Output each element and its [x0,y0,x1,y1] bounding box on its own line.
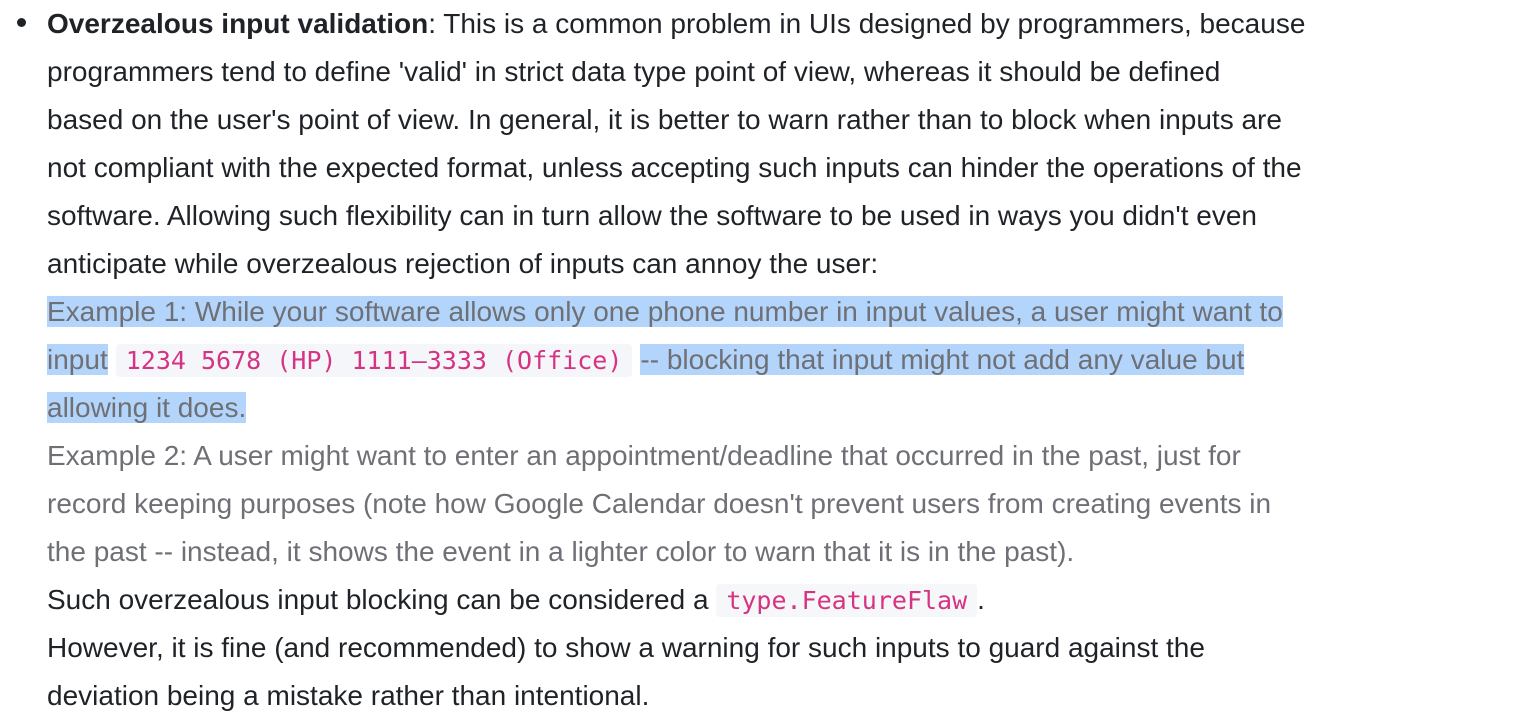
conclusion-end: . [977,584,985,615]
note-line: However, it is fine (and recommended) to… [47,632,1205,663]
example-1-line-2: input 1234 5678 (HP) 1111–3333 (Office) --… [47,336,1537,384]
text-line: Overzealous input validation: This is a … [47,0,1537,48]
example-1-line-3: allowing it does. [47,384,1537,432]
list-bullet [17,18,26,27]
text-line: software. Allowing such flexibility can … [47,200,1257,231]
selected-text: -- blocking that input might not add any… [640,344,1245,375]
example-2-line: record keeping purposes (note how Google… [47,488,1272,519]
text-line: programmers tend to define 'valid' in st… [47,56,1221,87]
phone-example-code: 1234 5678 (HP) 1111–3333 (Office) [115,344,633,377]
note-line: deviation being a mistake rather than in… [47,680,650,711]
text-line: anticipate while overzealous rejection o… [47,248,879,279]
conclusion-text: Such overzealous input blocking can be c… [47,584,709,615]
selected-text: input [47,344,108,375]
example-2-line: Example 2: A user might want to enter an… [47,440,1241,471]
conclusion-line: Such overzealous input blocking can be c… [47,576,1537,624]
text-line: not compliant with the expected format, … [47,152,1302,183]
text-line: based on the user's point of view. In ge… [47,104,1282,135]
text-span: : This is a common problem in UIs design… [428,8,1306,39]
selected-text: Example 1: While your software allows on… [47,296,1283,327]
example-1-line-1: Example 1: While your software allows on… [47,288,1537,336]
example-2-line: the past -- instead, it shows the event … [47,536,1075,567]
selected-text: allowing it does. [47,392,247,423]
bullet-item: Overzealous input validation: This is a … [47,0,1537,720]
feature-flaw-code: type.FeatureFlaw [716,584,978,617]
bullet-title: Overzealous input validation [47,8,429,39]
